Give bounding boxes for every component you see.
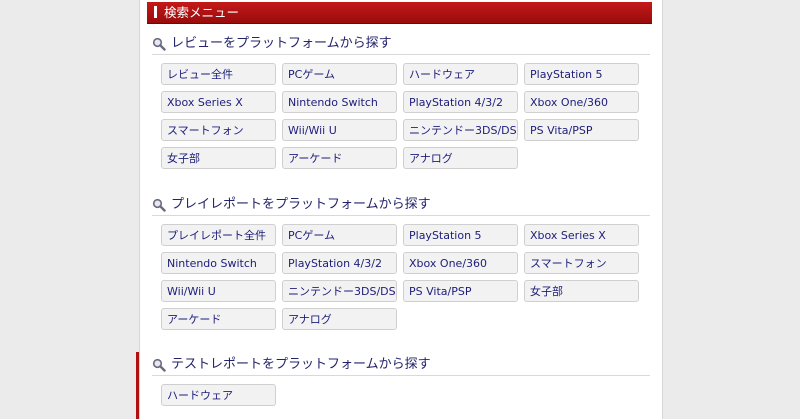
- section-title-review: レビューをプラットフォームから探す: [152, 34, 650, 55]
- platform-link-button[interactable]: Nintendo Switch: [282, 91, 397, 113]
- platform-link-button[interactable]: Wii/Wii U: [282, 119, 397, 141]
- platform-link-button[interactable]: Xbox One/360: [524, 91, 639, 113]
- header-bar-icon: [154, 6, 157, 18]
- platform-link-button[interactable]: PlayStation 4/3/2: [403, 91, 518, 113]
- search-icon: [152, 198, 166, 212]
- section-play-report: プレイレポートをプラットフォームから探すプレイレポート全件 PCゲーム PlaySt…: [152, 195, 650, 330]
- platform-link-grid: ハードウェア: [161, 384, 639, 406]
- platform-link-button[interactable]: ニンテンドー3DS/DS: [403, 119, 518, 141]
- platform-link-button[interactable]: アナログ: [403, 147, 518, 169]
- search-icon: [152, 37, 166, 51]
- search-icon: [152, 358, 166, 372]
- platform-link-button[interactable]: PlayStation 5: [403, 224, 518, 246]
- platform-link-grid: プレイレポート全件 PCゲーム PlayStation 5 Xbox Series X…: [161, 224, 639, 330]
- platform-link-button[interactable]: スマートフォン: [524, 252, 639, 274]
- platform-link-button[interactable]: PS Vita/PSP: [524, 119, 639, 141]
- platform-link-grid: レビュー全件 PCゲーム ハードウェア PlayStation 5 Xbox Serie…: [161, 63, 639, 169]
- panel-title: 検索メニュー: [164, 5, 240, 20]
- platform-link-button[interactable]: PlayStation 4/3/2: [282, 252, 397, 274]
- platform-link-button[interactable]: アーケード: [161, 308, 276, 330]
- section-title-play-report: プレイレポートをプラットフォームから探す: [152, 195, 650, 216]
- section-title-text: テストレポートをプラットフォームから探す: [171, 357, 431, 372]
- platform-link-button[interactable]: PCゲーム: [282, 224, 397, 246]
- platform-link-button[interactable]: 女子部: [524, 280, 639, 302]
- section-title-text: レビューをプラットフォームから探す: [171, 36, 392, 51]
- platform-link-button[interactable]: ハードウェア: [161, 384, 276, 406]
- platform-link-button[interactable]: 女子部: [161, 147, 276, 169]
- platform-link-button[interactable]: Xbox Series X: [524, 224, 639, 246]
- platform-link-button[interactable]: レビュー全件: [161, 63, 276, 85]
- panel-header: 検索メニュー: [147, 2, 652, 24]
- platform-link-button[interactable]: Xbox Series X: [161, 91, 276, 113]
- platform-link-button[interactable]: アーケード: [282, 147, 397, 169]
- search-menu-panel: 検索メニュー レビューをプラットフォームから探す レビュー全件 PCゲーム ハードウェ…: [139, 0, 663, 419]
- platform-link-button[interactable]: Wii/Wii U: [161, 280, 276, 302]
- platform-link-button[interactable]: PlayStation 5: [524, 63, 639, 85]
- platform-link-button[interactable]: Nintendo Switch: [161, 252, 276, 274]
- section-title-text: プレイレポートをプラットフォームから探す: [171, 197, 431, 212]
- platform-link-button[interactable]: PS Vita/PSP: [403, 280, 518, 302]
- platform-link-button[interactable]: PCゲーム: [282, 63, 397, 85]
- platform-link-button[interactable]: Xbox One/360: [403, 252, 518, 274]
- platform-link-button[interactable]: アナログ: [282, 308, 397, 330]
- platform-link-button[interactable]: ハードウェア: [403, 63, 518, 85]
- section-title-test-report: テストレポートをプラットフォームから探す: [152, 355, 650, 376]
- platform-link-button[interactable]: スマートフォン: [161, 119, 276, 141]
- section-test-report: テストレポートをプラットフォームから探すハードウェア: [152, 355, 650, 406]
- platform-link-button[interactable]: プレイレポート全件: [161, 224, 276, 246]
- section-review: レビューをプラットフォームから探すレビュー全件 PCゲーム ハードウェア PlaySt…: [152, 34, 650, 169]
- platform-link-button[interactable]: ニンテンドー3DS/DS: [282, 280, 397, 302]
